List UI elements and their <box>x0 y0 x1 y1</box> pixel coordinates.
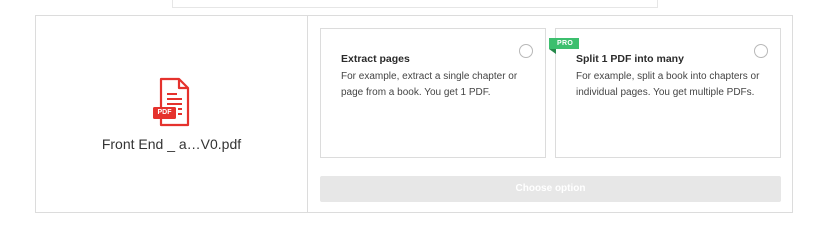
option-description: For example, extract a single chapter or… <box>341 71 518 98</box>
option-radio[interactable] <box>754 44 768 58</box>
option-title: Split 1 PDF into many <box>576 53 684 65</box>
choose-option-button[interactable]: Choose option <box>320 176 781 202</box>
split-options-panel: PDF Front End _ a…V0.pdf Extract pages F… <box>35 15 793 213</box>
search-bar-edge <box>172 0 658 8</box>
option-title: Extract pages <box>341 53 410 65</box>
file-name: Front End _ a…V0.pdf <box>101 136 242 152</box>
pro-badge-fold <box>549 49 556 54</box>
pdf-icon-label: PDF <box>157 109 172 116</box>
option-radio[interactable] <box>519 44 533 58</box>
option-split-into-many[interactable]: PRO Split 1 PDF into many For example, s… <box>549 28 781 158</box>
file-preview: PDF Front End _ a…V0.pdf <box>36 16 308 212</box>
option-description: For example, split a book into chapters … <box>576 71 760 98</box>
pro-badge: PRO <box>549 38 580 49</box>
option-extract-pages[interactable]: Extract pages For example, extract a sin… <box>320 28 546 158</box>
pdf-file-icon: PDF <box>152 77 192 129</box>
